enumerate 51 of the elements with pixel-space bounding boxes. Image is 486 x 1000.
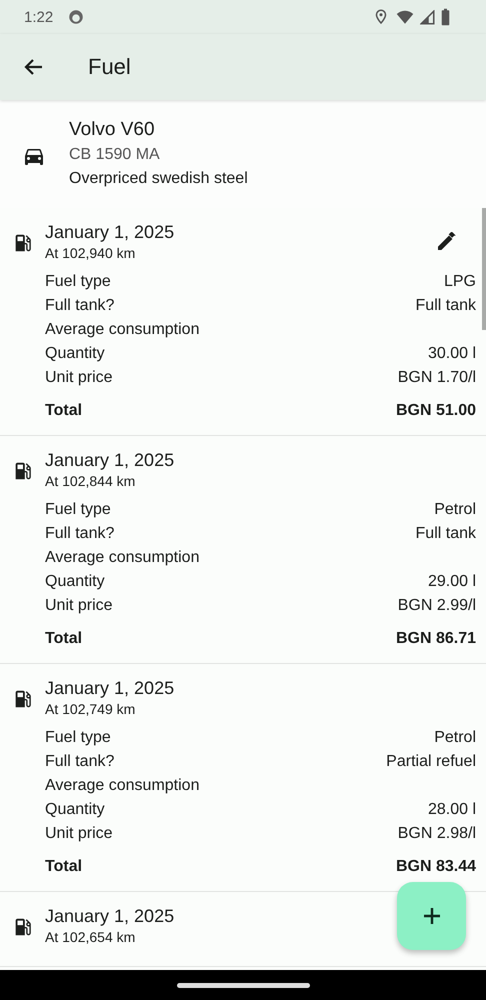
license-plate: CB 1590 MA: [69, 145, 161, 165]
odometer-reading: At 102,654 km: [45, 928, 136, 946]
detail-value: 29.00 l: [428, 572, 476, 592]
detail-label: Unit price: [45, 596, 113, 616]
detail-label: Quantity: [45, 344, 105, 364]
odometer-reading: At 102,749 km: [45, 700, 136, 718]
detail-value: LPG: [444, 272, 476, 292]
total-value: BGN 83.44: [396, 857, 476, 877]
screen-title: Fuel: [88, 54, 131, 80]
detail-label: Fuel type: [45, 500, 111, 520]
total-label: Total: [45, 401, 82, 421]
detail-label: Quantity: [45, 572, 105, 592]
vehicle-name: Volvo V60: [69, 118, 156, 142]
total-label: Total: [45, 857, 82, 877]
detail-label: Average consumption: [45, 776, 200, 796]
detail-label: Average consumption: [45, 548, 200, 568]
detail-value: BGN 2.98/l: [398, 824, 476, 844]
detail-value: 28.00 l: [428, 800, 476, 820]
entry-date: January 1, 2025: [45, 905, 174, 928]
detail-label: Fuel type: [45, 272, 111, 292]
wifi-icon: [396, 8, 414, 26]
total-value: BGN 86.71: [396, 629, 476, 649]
entry-date: January 1, 2025: [45, 221, 174, 244]
detail-value: Petrol: [434, 500, 476, 520]
detail-label: Quantity: [45, 800, 105, 820]
entry-date: January 1, 2025: [45, 449, 174, 472]
odometer-reading: At 102,940 km: [45, 244, 136, 262]
detail-label: Unit price: [45, 368, 113, 388]
detail-label: Unit price: [45, 824, 113, 844]
entry-date: January 1, 2025: [45, 677, 174, 700]
battery-icon: [441, 8, 450, 26]
odometer-reading: At 102,844 km: [45, 472, 136, 490]
vehicle-description: Overpriced swedish steel: [69, 169, 248, 189]
detail-value: Full tank: [416, 296, 476, 316]
total-value: BGN 51.00: [396, 401, 476, 421]
detail-label: Full tank?: [45, 296, 114, 316]
detail-label: Fuel type: [45, 728, 111, 748]
detail-label: Average consumption: [45, 320, 200, 340]
signal-icon: [420, 10, 435, 24]
detail-value: Partial refuel: [386, 752, 476, 772]
detail-value: Full tank: [416, 524, 476, 544]
detail-label: Full tank?: [45, 752, 114, 772]
detail-value: 30.00 l: [428, 344, 476, 364]
total-label: Total: [45, 629, 82, 649]
detail-value: Petrol: [434, 728, 476, 748]
status-time: 1:22: [24, 8, 54, 26]
detail-label: Full tank?: [45, 524, 114, 544]
notification-icon: [67, 8, 86, 26]
detail-value: BGN 2.99/l: [398, 596, 476, 616]
home-indicator[interactable]: [176, 982, 310, 988]
detail-value: BGN 1.70/l: [398, 368, 476, 388]
